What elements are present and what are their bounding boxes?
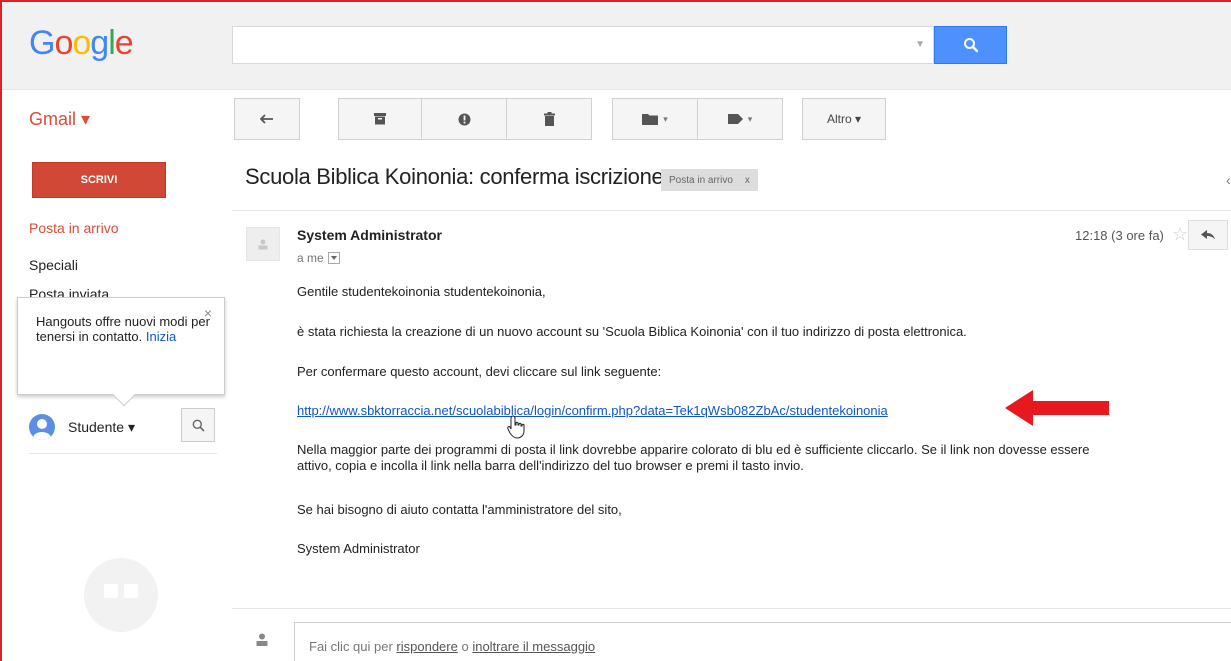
sidebar-item-inbox[interactable]: Posta in arrivo (29, 220, 118, 236)
sidebar-item-starred[interactable]: Speciali (29, 257, 78, 273)
hangouts-promo-text: Hangouts offre nuovi modi per tenersi in… (36, 314, 210, 344)
reply-input[interactable]: Fai clic qui per rispondere o inoltrare … (294, 622, 1231, 661)
inbox-label-badge: Posta in arrivo x (661, 169, 758, 191)
confirmation-link-line: http://www.sbktorraccia.net/scuolabiblic… (297, 403, 888, 419)
compose-button[interactable]: SCRIVI (32, 162, 166, 198)
folder-icon (642, 114, 659, 125)
logo-letter: g (90, 24, 109, 62)
trash-icon (543, 112, 555, 126)
thread-subject: Scuola Biblica Koinonia: conferma iscriz… (245, 164, 664, 189)
avatar[interactable] (29, 414, 55, 440)
remove-label-icon[interactable]: x (745, 175, 750, 186)
message-paragraph: Per confermare questo account, devi clic… (297, 364, 662, 379)
more-button[interactable]: Altro ▾ (802, 98, 886, 140)
star-icon[interactable]: ☆ (1172, 224, 1188, 245)
logo-letter: e (114, 24, 134, 62)
print-icon[interactable]: ‹ (1226, 172, 1231, 188)
hangouts-start-link[interactable]: Inizia (146, 329, 176, 344)
close-icon[interactable]: × (204, 306, 212, 321)
hangouts-user-row: Studente ▾ (29, 406, 217, 454)
recipient-text: a me (297, 251, 324, 265)
reply-link[interactable]: rispondere (396, 639, 457, 654)
annotation-arrow-icon (1005, 390, 1109, 426)
archive-icon (374, 113, 386, 125)
reply-middle: o (457, 639, 473, 654)
chevron-down-icon: ▾ (747, 113, 753, 124)
recipient-line: a me (297, 251, 340, 265)
message-paragraph: è stata richiesta la creazione di un nuo… (297, 324, 967, 339)
message-greeting: Gentile studentekoinonia studentekoinoni… (297, 284, 546, 299)
sender-avatar (246, 227, 280, 261)
reply-icon (1201, 230, 1215, 240)
person-icon (33, 419, 51, 440)
search-icon (192, 419, 205, 432)
more-label: Altro ▾ (826, 112, 862, 126)
top-bar: Google ▼ (2, 2, 1231, 90)
contacts-search-button[interactable] (181, 408, 215, 442)
forward-link[interactable]: inoltrare il messaggio (472, 639, 595, 654)
archive-button[interactable] (338, 98, 422, 140)
back-button[interactable] (234, 98, 300, 140)
labels-button[interactable]: ▾ (697, 98, 783, 140)
label-tag-icon (727, 114, 743, 124)
back-arrow-icon (260, 114, 273, 124)
search-icon (963, 38, 978, 53)
message-paragraph: Se hai bisogno di aiuto contatta l'ammin… (297, 502, 622, 517)
hangouts-logo-icon (84, 558, 158, 632)
delete-button[interactable] (506, 98, 592, 140)
logo-letter: o (54, 24, 73, 62)
sender-name[interactable]: System Administrator (297, 227, 442, 243)
google-logo[interactable]: Google (29, 24, 134, 63)
divider (232, 608, 1231, 609)
reply-avatar-icon (255, 632, 269, 651)
message-signature: System Administrator (297, 541, 420, 556)
chevron-down-icon: ▾ (663, 113, 668, 124)
search-button[interactable] (934, 26, 1007, 64)
person-icon (256, 633, 268, 646)
search-input[interactable]: ▼ (232, 26, 934, 64)
gmail-window: Google ▼ Gmail ▾ ▾ ▾ Altro ▾ SCRIVI Post… (0, 0, 1231, 661)
details-toggle[interactable] (327, 252, 340, 264)
message-paragraph: attivo, copia e incolla il link nella ba… (297, 458, 804, 473)
gmail-menu[interactable]: Gmail ▾ (29, 109, 90, 130)
divider (232, 210, 1231, 211)
hand-cursor-icon (507, 415, 525, 439)
reply-button[interactable] (1188, 220, 1228, 250)
person-icon (258, 239, 268, 250)
label-text: Posta in arrivo (669, 174, 733, 186)
message-time: 12:18 (3 ore fa) (1075, 228, 1164, 243)
move-to-button[interactable]: ▾ (612, 98, 698, 140)
spam-icon (458, 113, 470, 125)
hangouts-promo-popup: × Hangouts offre nuovi modi per tenersi … (17, 297, 225, 407)
message-paragraph: Nella maggior parte dei programmi di pos… (297, 442, 1090, 457)
user-name-dropdown[interactable]: Studente ▾ (68, 419, 135, 436)
chevron-down-icon (330, 256, 337, 260)
popup-pointer (112, 383, 136, 407)
report-spam-button[interactable] (421, 98, 507, 140)
search-options-dropdown[interactable]: ▼ (915, 39, 925, 50)
logo-letter: G (29, 24, 55, 62)
confirmation-link[interactable]: http://www.sbktorraccia.net/scuolabiblic… (297, 403, 888, 418)
logo-letter: o (72, 24, 91, 62)
reply-prefix: Fai clic qui per (309, 639, 397, 654)
